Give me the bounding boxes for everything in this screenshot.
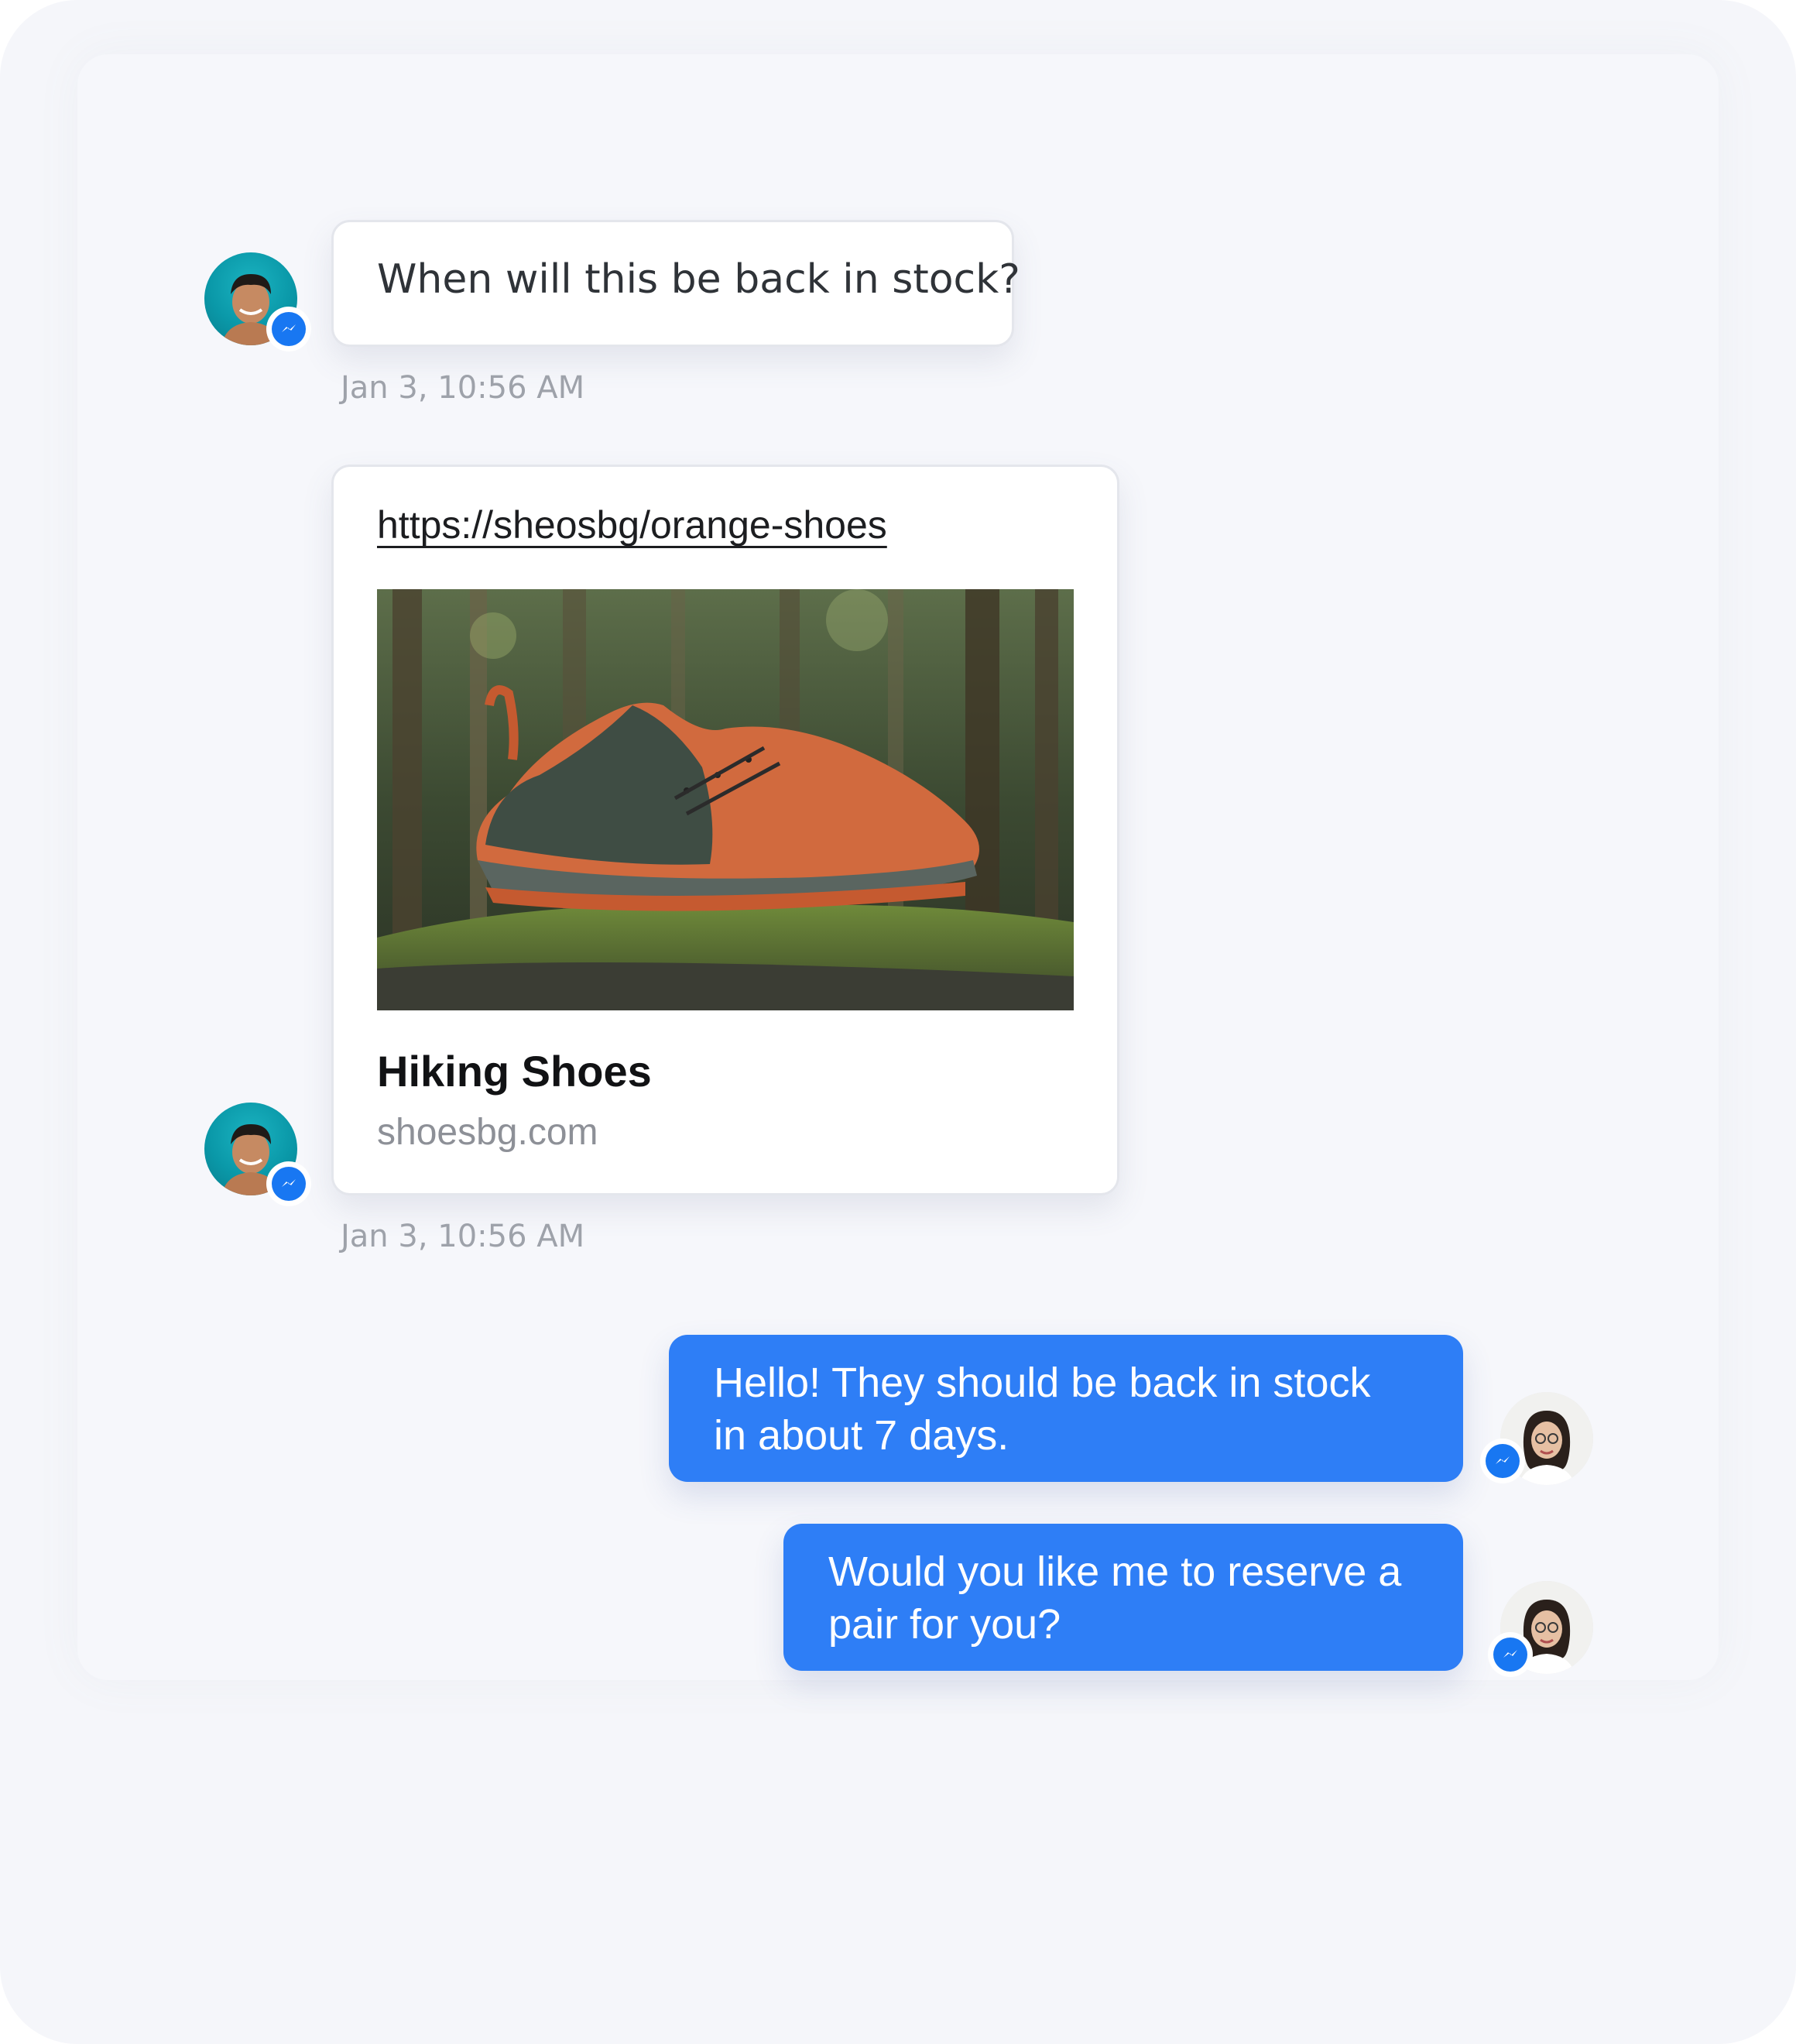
agent-avatar[interactable] <box>1480 1392 1593 1485</box>
incoming-message-bubble[interactable]: When will this be back in stock? <box>331 220 1020 347</box>
preview-title: Hiking Shoes <box>377 1047 652 1096</box>
message-text-line: Would you like me to reserve a <box>828 1548 1402 1595</box>
customer-avatar[interactable] <box>204 252 311 352</box>
message-text-line: pair for you? <box>828 1601 1061 1648</box>
message-timestamp: Jan 3, 10:56 AM <box>341 1219 585 1254</box>
outgoing-message-bubble[interactable]: Would you like me to reserve a pair for … <box>783 1524 1463 1671</box>
agent-avatar[interactable] <box>1488 1581 1593 1677</box>
message-text: When will this be back in stock? <box>377 256 1020 303</box>
preview-domain: shoesbg.com <box>377 1112 598 1153</box>
message-timestamp: Jan 3, 10:56 AM <box>341 370 585 406</box>
messenger-badge <box>266 1161 311 1206</box>
chat-frame: When will this be back in stock? Jan 3, … <box>0 0 1796 2044</box>
message-text-line: in about 7 days. <box>714 1412 1009 1459</box>
link-preview-card[interactable]: https://sheosbg/orange-shoes Hiking Shoe… <box>331 465 1119 1195</box>
hiking-shoe-photo <box>377 589 1074 1010</box>
messenger-icon <box>1486 1444 1520 1478</box>
messenger-badge <box>266 307 311 352</box>
messenger-badge <box>1480 1439 1525 1483</box>
messenger-icon <box>1493 1638 1527 1672</box>
messenger-icon <box>272 312 306 346</box>
messenger-icon <box>272 1167 306 1201</box>
messenger-badge <box>1488 1632 1533 1677</box>
outgoing-message-bubble[interactable]: Hello! They should be back in stock in a… <box>669 1335 1463 1482</box>
message-text-line: Hello! They should be back in stock <box>714 1360 1371 1406</box>
customer-avatar[interactable] <box>204 1103 311 1206</box>
preview-url-link[interactable]: https://sheosbg/orange-shoes <box>377 502 887 547</box>
product-image[interactable] <box>377 589 1074 1010</box>
